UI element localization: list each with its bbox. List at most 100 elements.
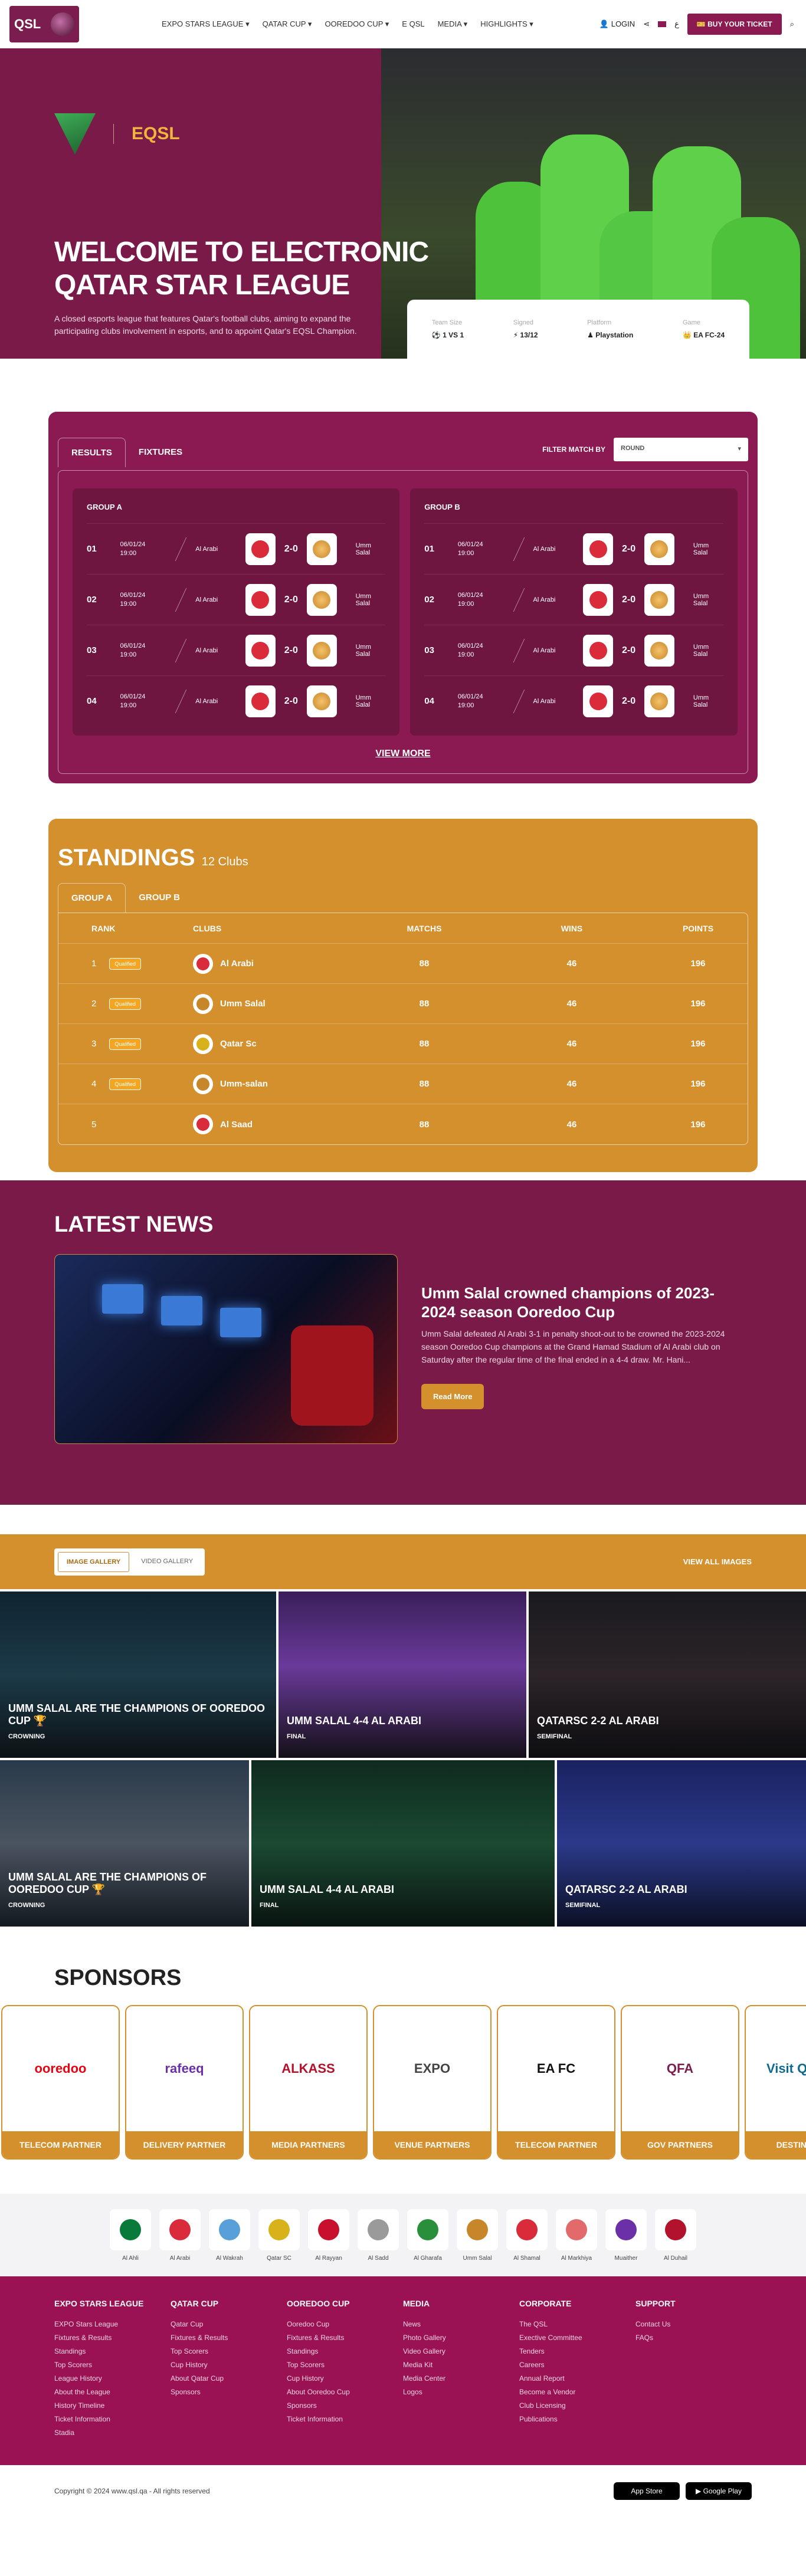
footer-link[interactable]: Careers — [519, 2358, 635, 2372]
sponsor-card[interactable]: Visit QATAR DESTINATION — [745, 2005, 806, 2160]
footer-link[interactable]: The QSL — [519, 2318, 635, 2331]
footer-link[interactable]: Publications — [519, 2413, 635, 2426]
sponsor-card[interactable]: ooredoo TELECOM PARTNER — [1, 2005, 120, 2160]
club-link[interactable]: Al Ahli — [107, 2209, 154, 2262]
footer-link[interactable]: Become a Vendor — [519, 2385, 635, 2399]
footer-link[interactable]: Logos — [403, 2385, 519, 2399]
footer-link[interactable]: Tenders — [519, 2345, 635, 2358]
standings-row[interactable]: 5 Al Saad 88 46 196 — [58, 1104, 748, 1144]
nav-qatar-cup[interactable]: QATAR CUP ▾ — [263, 19, 312, 29]
tab-image-gallery[interactable]: IMAGE GALLERY — [58, 1551, 130, 1572]
sponsor-card[interactable]: ALKASS MEDIA PARTNERS — [249, 2005, 368, 2160]
nav-eqsl[interactable]: E QSL — [402, 19, 424, 29]
footer-link[interactable]: Sponsors — [171, 2385, 287, 2399]
footer-link[interactable]: History Timeline — [54, 2399, 171, 2413]
nav-media[interactable]: MEDIA ▾ — [438, 19, 468, 29]
footer-link[interactable]: News — [403, 2318, 519, 2331]
gallery-item[interactable]: UMM SALAL 4-4 AL ARABI FINAL — [251, 1760, 555, 1927]
footer-link[interactable]: About Ooredoo Cup — [287, 2385, 403, 2399]
match-row[interactable]: 04 06/01/24 19:00 Al Arabi 2-0 Umm Salal — [424, 675, 723, 726]
footer-link[interactable]: About the League — [54, 2385, 171, 2399]
tab-fixtures[interactable]: FIXTURES — [126, 438, 195, 467]
footer-link[interactable]: About Qatar Cup — [171, 2372, 287, 2385]
gallery-item[interactable]: UMM SALAL 4-4 AL ARABI FINAL — [279, 1591, 526, 1758]
language-switch[interactable]: ع — [674, 19, 679, 29]
club-link[interactable]: Al Gharafa — [404, 2209, 451, 2262]
sponsor-card[interactable]: EXPO VENUE PARTNERS — [373, 2005, 492, 2160]
club-link[interactable]: Al Wakrah — [206, 2209, 253, 2262]
footer-link[interactable]: Qatar Cup — [171, 2318, 287, 2331]
share-icon[interactable]: ⋖ — [643, 19, 650, 29]
news-headline[interactable]: Umm Salal crowned champions of 2023-2024… — [421, 1284, 734, 1321]
footer-link[interactable]: Sponsors — [287, 2399, 403, 2413]
footer-link[interactable]: Exective Committee — [519, 2331, 635, 2345]
footer-link[interactable]: Video Gallery — [403, 2345, 519, 2358]
match-row[interactable]: 01 06/01/24 19:00 Al Arabi 2-0 Umm Salal — [424, 523, 723, 574]
club-link[interactable]: Al Markhiya — [553, 2209, 600, 2262]
footer-link[interactable]: Contact Us — [635, 2318, 752, 2331]
club-link[interactable]: Qatar SC — [255, 2209, 303, 2262]
footer-link[interactable]: EXPO Stars League — [54, 2318, 171, 2331]
footer-link[interactable]: Ticket Information — [54, 2413, 171, 2426]
footer-link[interactable]: Annual Report — [519, 2372, 635, 2385]
match-row[interactable]: 03 06/01/24 19:00 Al Arabi 2-0 Umm Salal — [87, 625, 386, 675]
match-row[interactable]: 02 06/01/24 19:00 Al Arabi 2-0 Umm Salal — [424, 574, 723, 625]
club-link[interactable]: Al Duhail — [652, 2209, 699, 2262]
match-row[interactable]: 04 06/01/24 19:00 Al Arabi 2-0 Umm Salal — [87, 675, 386, 726]
footer-link[interactable]: FAQs — [635, 2331, 752, 2345]
gallery-item[interactable]: UMM SALAL ARE THE CHAMPIONS OF OOREDOO C… — [0, 1591, 276, 1758]
match-row[interactable]: 03 06/01/24 19:00 Al Arabi 2-0 Umm Salal — [424, 625, 723, 675]
tab-video-gallery[interactable]: VIDEO GALLERY — [133, 1552, 201, 1572]
sponsor-card[interactable]: EA FC TELECOM PARTNER — [497, 2005, 615, 2160]
footer-link[interactable]: Cup History — [287, 2372, 403, 2385]
round-select[interactable]: ROUND ▾ — [614, 438, 748, 461]
footer-link[interactable]: Stadia — [54, 2426, 171, 2440]
club-link[interactable]: Al Shamal — [503, 2209, 551, 2262]
nav-highlights[interactable]: HIGHLIGHTS ▾ — [480, 19, 533, 29]
search-icon[interactable]: ⌕ — [790, 19, 794, 29]
sponsor-card[interactable]: rafeeq DELIVERY PARTNER — [125, 2005, 244, 2160]
sponsor-card[interactable]: QFA GOV PARTNERS — [621, 2005, 739, 2160]
footer-link[interactable]: Fixtures & Results — [287, 2331, 403, 2345]
footer-link[interactable]: Standings — [287, 2345, 403, 2358]
footer-link[interactable]: Cup History — [171, 2358, 287, 2372]
footer-link[interactable]: Fixtures & Results — [54, 2331, 171, 2345]
club-link[interactable]: Muaither — [602, 2209, 650, 2262]
gallery-item[interactable]: UMM SALAL ARE THE CHAMPIONS OF OOREDOO C… — [0, 1760, 249, 1927]
footer-link[interactable]: Ticket Information — [287, 2413, 403, 2426]
club-link[interactable]: Umm Salal — [454, 2209, 501, 2262]
tab-group-b[interactable]: GROUP B — [126, 883, 193, 913]
footer-link[interactable]: Fixtures & Results — [171, 2331, 287, 2345]
match-row[interactable]: 01 06/01/24 19:00 Al Arabi 2-0 Umm Salal — [87, 523, 386, 574]
footer-link[interactable]: Club Licensing — [519, 2399, 635, 2413]
footer-link[interactable]: Photo Gallery — [403, 2331, 519, 2345]
tab-results[interactable]: RESULTS — [58, 438, 126, 467]
app-store-button[interactable]: App Store — [614, 2482, 680, 2500]
footer-link[interactable]: League History — [54, 2372, 171, 2385]
google-play-button[interactable]: ▶ Google Play — [686, 2482, 752, 2500]
nav-expo-stars-league[interactable]: EXPO STARS LEAGUE ▾ — [162, 19, 250, 29]
footer-link[interactable]: Ooredoo Cup — [287, 2318, 403, 2331]
club-link[interactable]: Al Rayyan — [305, 2209, 352, 2262]
footer-link[interactable]: Top Scorers — [287, 2358, 403, 2372]
footer-link[interactable]: Media Kit — [403, 2358, 519, 2372]
standings-row[interactable]: 3 Qualified Qatar Sc 88 46 196 — [58, 1024, 748, 1064]
standings-row[interactable]: 1 Qualified Al Arabi 88 46 196 — [58, 944, 748, 984]
news-image[interactable] — [54, 1254, 398, 1444]
footer-link[interactable]: Top Scorers — [171, 2345, 287, 2358]
tab-group-a[interactable]: GROUP A — [58, 883, 126, 913]
view-all-images-link[interactable]: VIEW ALL IMAGES — [683, 1557, 752, 1566]
gallery-item[interactable]: QATARSC 2-2 AL ARABI SEMIFINAL — [557, 1760, 806, 1927]
gallery-item[interactable]: QATARSC 2-2 AL ARABI SEMIFINAL — [529, 1591, 806, 1758]
footer-link[interactable]: Standings — [54, 2345, 171, 2358]
qsl-logo[interactable]: QSL — [9, 5, 79, 42]
standings-row[interactable]: 4 Qualified Umm-salan 88 46 196 — [58, 1064, 748, 1104]
footer-link[interactable]: Media Center — [403, 2372, 519, 2385]
login-link[interactable]: 👤 LOGIN — [599, 19, 635, 29]
club-link[interactable]: Al Arabi — [156, 2209, 204, 2262]
view-more-link[interactable]: VIEW MORE — [73, 749, 733, 759]
buy-ticket-button[interactable]: 🎫 BUY YOUR TICKET — [687, 13, 782, 35]
read-more-button[interactable]: Read More — [421, 1384, 484, 1409]
nav-ooredoo-cup[interactable]: OOREDOO CUP ▾ — [325, 19, 389, 29]
club-link[interactable]: Al Sadd — [355, 2209, 402, 2262]
